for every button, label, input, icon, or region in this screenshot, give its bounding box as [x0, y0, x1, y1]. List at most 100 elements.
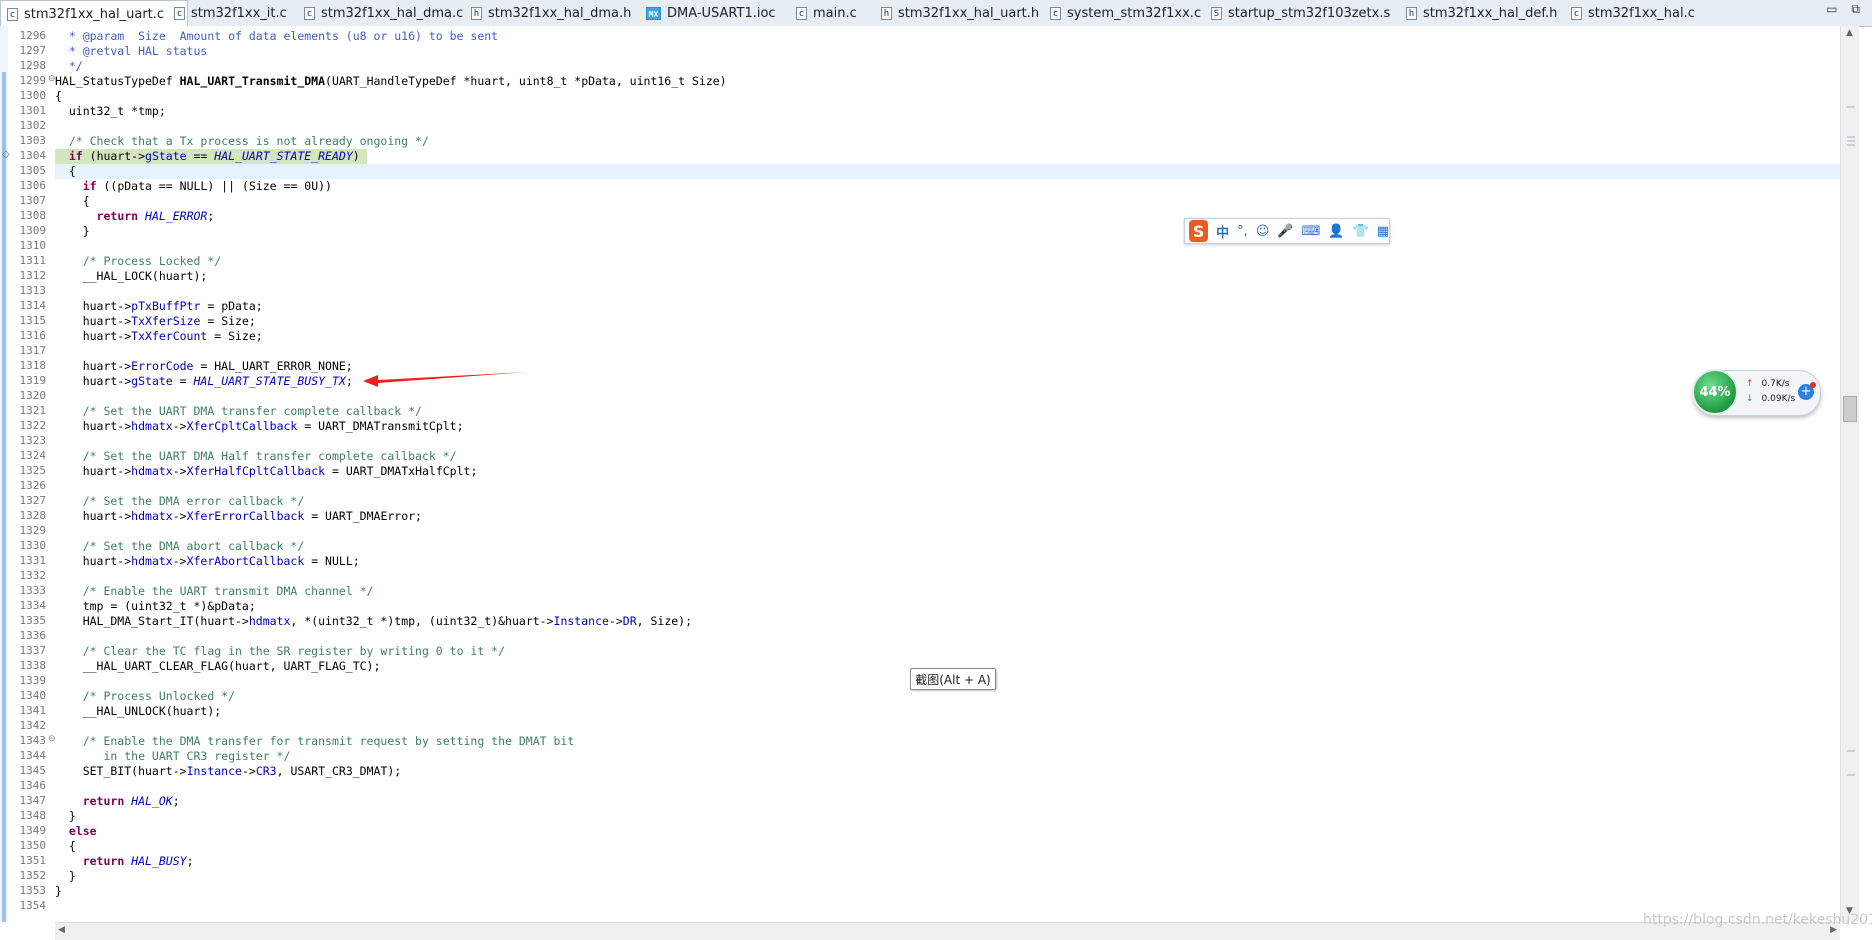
code-line[interactable]: /* Set the DMA error callback */ [55, 494, 1840, 509]
code-line[interactable]: huart->TxXferSize = Size; [55, 314, 1840, 329]
user-icon[interactable]: 👤 [1328, 224, 1344, 239]
tab-7[interactable]: c system_stm32f1xx.c [1050, 0, 1201, 26]
tab-1[interactable]: c stm32f1xx_it.c [174, 0, 287, 26]
code-line[interactable] [55, 119, 1840, 134]
code-line[interactable]: /* Check that a Tx process is not alread… [55, 134, 1840, 149]
download-speed-value: 0.09K/s [1761, 394, 1796, 404]
code-line[interactable] [55, 389, 1840, 404]
tab-8[interactable]: Sstartup_stm32f103zetx.s [1211, 0, 1390, 26]
code-line[interactable] [55, 899, 1840, 914]
code-line[interactable]: return HAL_ERROR; [55, 209, 1840, 224]
tab-10[interactable]: c stm32f1xx_hal.c [1571, 0, 1695, 26]
code-line[interactable]: else [55, 824, 1840, 839]
code-line[interactable]: huart->hdmatx->XferAbortCallback = NULL; [55, 554, 1840, 569]
code-line[interactable]: huart->TxXferCount = Size; [55, 329, 1840, 344]
code-line[interactable] [55, 479, 1840, 494]
code-line[interactable] [55, 569, 1840, 584]
line-number: 1335 [19, 614, 47, 627]
minimize-icon[interactable]: ▭ [1826, 2, 1837, 17]
line-number: 1346 [19, 779, 47, 792]
microphone-icon[interactable]: 🎤 [1277, 224, 1293, 239]
code-line[interactable] [55, 239, 1840, 254]
vertical-scrollbar[interactable]: ▲ ▼ [1840, 26, 1859, 922]
memory-usage-gauge[interactable]: 44% [1692, 369, 1738, 415]
code-line[interactable]: /* Set the UART DMA Half transfer comple… [55, 449, 1840, 464]
tab-0[interactable]: cstm32f1xx_hal_uart.c✕ [0, 0, 189, 27]
code-token: = UART_DMATxHalfCplt; [325, 464, 478, 478]
tab-9[interactable]: h stm32f1xx_hal_def.h [1406, 0, 1557, 26]
code-line[interactable]: } [55, 884, 1840, 899]
code-line[interactable]: } [55, 809, 1840, 824]
scroll-thumb[interactable] [1843, 396, 1857, 422]
code-area[interactable]: * @param Size Amount of data elements (u… [55, 26, 1840, 922]
code-line[interactable] [55, 629, 1840, 644]
code-line[interactable]: huart->hdmatx->XferErrorCallback = UART_… [55, 509, 1840, 524]
code-editor[interactable]: 1296 1297 1298 1299 ⊖ 1300 1301 1302 1303 1304 ◇ 13… [0, 26, 1840, 922]
code-line[interactable]: in the UART CR3 register */ [55, 749, 1840, 764]
tab-2[interactable]: c stm32f1xx_hal_dma.c [304, 0, 463, 26]
code-line[interactable] [55, 524, 1840, 539]
punctuation-toggle[interactable]: °, [1237, 224, 1248, 239]
code-line[interactable]: tmp = (uint32_t *)&pData; [55, 599, 1840, 614]
code-line[interactable]: HAL_StatusTypeDef HAL_UART_Transmit_DMA(… [55, 74, 1840, 89]
code-line[interactable]: SET_BIT(huart->Instance->CR3, USART_CR3_… [55, 764, 1840, 779]
code-line[interactable]: HAL_DMA_Start_IT(huart->hdmatx, *(uint32… [55, 614, 1840, 629]
ime-toolbar[interactable]: S 中 °, ☺ 🎤 ⌨ 👤 👕 ▦ [1184, 218, 1390, 244]
line-number: 1329 [19, 524, 47, 537]
tab-5[interactable]: c main.c [796, 0, 857, 26]
code-line[interactable]: /* Process Locked */ [55, 254, 1840, 269]
code-line[interactable]: __HAL_UNLOCK(huart); [55, 704, 1840, 719]
chinese-mode-toggle[interactable]: 中 [1216, 222, 1229, 241]
code-line[interactable] [55, 344, 1840, 359]
code-line[interactable] [55, 719, 1840, 734]
toolbox-icon[interactable]: ▦ [1377, 224, 1389, 239]
code-line[interactable]: huart->ErrorCode = HAL_UART_ERROR_NONE; [55, 359, 1840, 374]
line-number: 1328 [19, 509, 47, 522]
code-line[interactable]: /* Set the UART DMA transfer complete ca… [55, 404, 1840, 419]
emoji-icon[interactable]: ☺ [1256, 224, 1270, 239]
code-line[interactable]: __HAL_LOCK(huart); [55, 269, 1840, 284]
horizontal-scrollbar[interactable]: ◀ ▶ [55, 922, 1840, 940]
code-line[interactable]: return HAL_BUSY; [55, 854, 1840, 869]
code-line[interactable]: } [55, 869, 1840, 884]
code-line[interactable]: return HAL_OK; [55, 794, 1840, 809]
code-line[interactable]: huart->hdmatx->XferHalfCpltCallback = UA… [55, 464, 1840, 479]
code-line[interactable]: * @param Size Amount of data elements (u… [55, 29, 1840, 44]
tab-3[interactable]: h stm32f1xx_hal_dma.h [471, 0, 631, 26]
tab-6[interactable]: h stm32f1xx_hal_uart.h [881, 0, 1039, 26]
scroll-up-icon[interactable]: ▲ [1846, 28, 1853, 38]
keyboard-icon[interactable]: ⌨ [1302, 224, 1321, 239]
code-line[interactable]: if (huart->gState == HAL_UART_STATE_READ… [55, 149, 1840, 164]
code-line[interactable]: huart->gState = HAL_UART_STATE_BUSY_TX; [55, 374, 1840, 389]
code-line[interactable]: huart->pTxBuffPtr = pData; [55, 299, 1840, 314]
maximize-icon[interactable]: ⧉ [1851, 2, 1860, 17]
code-line[interactable] [55, 779, 1840, 794]
code-token: HAL_UART_STATE_BUSY_TX [193, 374, 346, 388]
code-line[interactable]: uint32_t *tmp; [55, 104, 1840, 119]
code-line[interactable]: { [55, 89, 1840, 104]
overview-marker [1847, 136, 1855, 138]
watermark: https://blog.csdn.net/kekeshu2015 [1643, 912, 1872, 928]
code-line[interactable] [55, 434, 1840, 449]
code-line[interactable]: { [55, 164, 1840, 179]
code-line[interactable]: { [55, 194, 1840, 209]
code-line[interactable]: /* Clear the TC flag in the SR register … [55, 644, 1840, 659]
code-line[interactable]: /* Set the DMA abort callback */ [55, 539, 1840, 554]
code-line[interactable]: /* Process Unlocked */ [55, 689, 1840, 704]
code-line[interactable]: * @retval HAL status [55, 44, 1840, 59]
tab-4[interactable]: MX DMA-USART1.ioc [646, 0, 776, 26]
code-line[interactable]: */ [55, 59, 1840, 74]
scroll-left-icon[interactable]: ◀ [58, 925, 65, 935]
code-line[interactable]: { [55, 839, 1840, 854]
tab-label: stm32f1xx_hal_dma.h [488, 5, 632, 21]
skin-icon[interactable]: 👕 [1353, 224, 1369, 239]
code-line[interactable]: /* Enable the UART transmit DMA channel … [55, 584, 1840, 599]
code-line[interactable]: /* Enable the DMA transfer for transmit … [55, 734, 1840, 749]
sogou-logo-icon[interactable]: S [1189, 220, 1209, 242]
network-speed-widget[interactable]: 44% ↑ 0.7K/s ↓ 0.09K/s + [1692, 369, 1821, 416]
code-line[interactable]: if ((pData == NULL) || (Size == 0U)) [55, 179, 1840, 194]
code-line[interactable]: huart->hdmatx->XferCpltCallback = UART_D… [55, 419, 1840, 434]
code-line[interactable] [55, 284, 1840, 299]
overview-marker [1847, 140, 1855, 142]
code-line[interactable]: } [55, 224, 1840, 239]
